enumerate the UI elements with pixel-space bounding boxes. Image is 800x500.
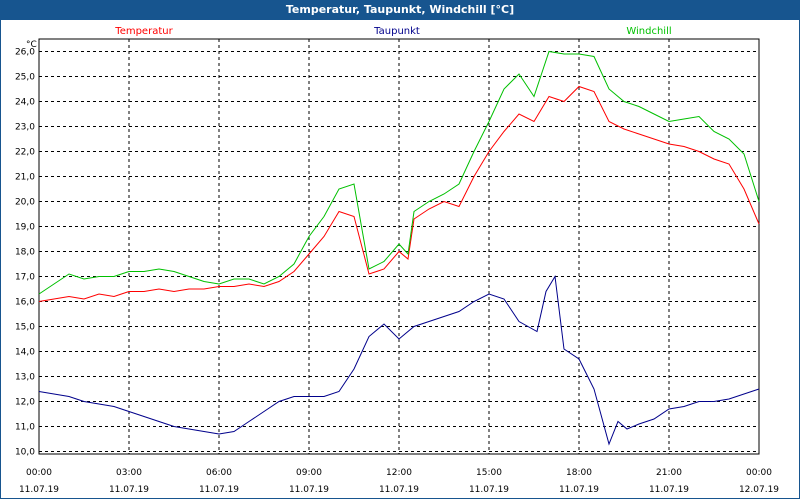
y-tick-label: 15,0: [15, 323, 35, 333]
y-tick-label: 21,0: [15, 173, 35, 183]
x-tick-time: 09:00: [296, 468, 322, 478]
y-tick-label: 23,0: [15, 123, 35, 133]
x-tick-time: 18:00: [566, 468, 592, 478]
y-tick-label: 12,0: [15, 398, 35, 408]
y-tick-label: 14,0: [15, 348, 35, 358]
y-tick-labels: 10,0 11,0 12,0 13,0 14,0 15,0 16,0 17,0 18,0 19,0…: [15, 48, 35, 458]
x-tick-date: 11.07.19: [379, 485, 419, 495]
x-tick-time: 00:00: [26, 468, 52, 478]
x-tick-time: 06:00: [206, 468, 232, 478]
x-tick-time: 15:00: [476, 468, 502, 478]
x-tick-time: 21:00: [656, 468, 682, 478]
y-tick-label: 24,0: [15, 98, 35, 108]
x-tick-date: 11.07.19: [19, 485, 59, 495]
x-tick-time: 12:00: [386, 468, 412, 478]
x-tick-date: 12.07.19: [739, 485, 779, 495]
y-tick-label: 16,0: [15, 298, 35, 308]
y-tick-label: 22,0: [15, 148, 35, 158]
x-tick-labels: 00:00 11.07.19 03:00 11.07.19 06:00 11.07.19 0…: [19, 468, 779, 495]
x-tick-date: 11.07.19: [289, 485, 329, 495]
x-tick-date: 11.07.19: [199, 485, 239, 495]
x-tick-date: 11.07.19: [649, 485, 689, 495]
x-tick-date: 11.07.19: [559, 485, 599, 495]
legend-item-taupunkt: Taupunkt: [373, 26, 420, 37]
y-tick-label: 20,0: [15, 198, 35, 208]
legend: Temperatur Taupunkt Windchill: [114, 26, 671, 37]
y-axis-label: °C: [26, 40, 37, 50]
y-tick-label: 11,0: [15, 423, 35, 433]
y-tick-label: 25,0: [15, 73, 35, 83]
x-tick-time: 00:00: [746, 468, 772, 478]
legend-item-windchill: Windchill: [626, 26, 671, 37]
y-tick-label: 19,0: [15, 223, 35, 233]
y-tick-label: 18,0: [15, 248, 35, 258]
y-tick-label: 13,0: [15, 373, 35, 383]
x-tick-date: 11.07.19: [109, 485, 149, 495]
chart: 10,0 11,0 12,0 13,0 14,0 15,0 16,0 17,0 18,0 19,0…: [15, 26, 779, 495]
x-tick-date: 11.07.19: [469, 485, 509, 495]
y-tick-label: 17,0: [15, 273, 35, 283]
legend-item-temperatur: Temperatur: [114, 26, 173, 37]
x-tick-time: 03:00: [116, 468, 142, 478]
y-tick-label: 10,0: [15, 448, 35, 458]
